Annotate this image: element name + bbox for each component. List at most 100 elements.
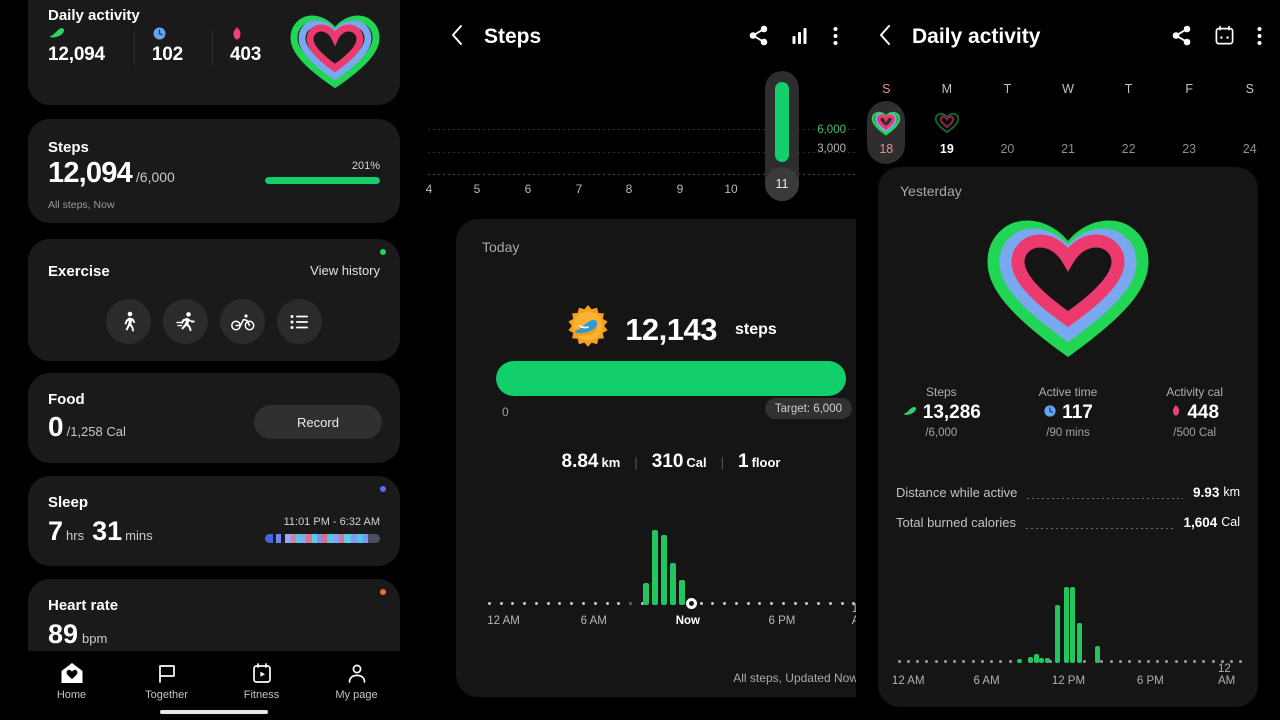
- more-vertical-icon[interactable]: [1257, 26, 1262, 51]
- steps-card[interactable]: Steps 12,094 /6,000 All steps, Now 201%: [28, 119, 400, 223]
- sleep-hours-unit: hrs: [66, 528, 85, 543]
- bottom-navigation: Home Together Fitness My page: [0, 651, 428, 720]
- yesterday-bar-1: [1016, 659, 1022, 663]
- more-vertical-icon[interactable]: [833, 26, 838, 51]
- today-progress-bar: [496, 361, 846, 396]
- calendar-day-24[interactable]: 24: [1219, 106, 1280, 156]
- heart-rate-card-title: Heart rate: [48, 597, 119, 614]
- summary-distance-leader: [1027, 497, 1184, 499]
- sleep-status-dot: [380, 486, 386, 492]
- chart-selected-day-label: 11: [765, 167, 799, 201]
- today-updated-text: All steps, Updated Now: [733, 671, 858, 685]
- yesterday-steps-value: 13,286: [922, 402, 981, 423]
- yesterday-steps-stat: Steps 13,286 /6,000: [878, 385, 1005, 439]
- calendar-day-24-number: 24: [1242, 142, 1257, 156]
- heart-rate-card[interactable]: Heart rate 89 bpm: [28, 579, 400, 651]
- food-card-value-group: 0 /1,258 Cal: [48, 411, 126, 443]
- share-icon[interactable]: [748, 25, 769, 51]
- sleep-hours: 7: [48, 516, 64, 546]
- today-label: Today: [482, 239, 520, 255]
- view-history-link[interactable]: View history: [310, 263, 380, 278]
- nav-item-together[interactable]: Together: [119, 662, 214, 701]
- calendar-week-strip[interactable]: S M T W T F S 18 19 20 21 22 23 24: [856, 72, 1280, 172]
- daily-stat-steps-value: 12,094: [48, 44, 105, 65]
- flag-icon: [158, 665, 175, 683]
- today-calories-unit: Cal: [686, 455, 707, 470]
- calendar-day-20-number: 20: [1000, 142, 1015, 156]
- yesterday-bar-7: [1064, 587, 1070, 663]
- weekday-tue: T: [1003, 82, 1012, 96]
- back-chevron-icon[interactable]: [878, 24, 891, 51]
- shoe-icon: [48, 22, 105, 44]
- calendar-day-22[interactable]: 22: [1098, 106, 1159, 156]
- today-floors-value: 1: [738, 451, 749, 472]
- yesterday-xtick-3: 6 PM: [1136, 675, 1164, 687]
- heart-rate-unit: bpm: [82, 631, 108, 646]
- chart-ylabel-3000: 3,000: [817, 143, 846, 155]
- summary-calories-value: 1,604: [1183, 514, 1218, 530]
- nav-item-fitness[interactable]: Fitness: [214, 662, 309, 701]
- exercise-card[interactable]: Exercise View history: [28, 239, 400, 361]
- chart-selected-column[interactable]: 11: [765, 71, 799, 201]
- sleep-duration: 7 hrs 31 mins: [48, 516, 161, 547]
- today-progress-min: 0: [502, 405, 509, 419]
- nav-item-my-page[interactable]: My page: [309, 662, 404, 701]
- exercise-walk-button[interactable]: [106, 299, 151, 344]
- today-stats-row: 8.84 km | 310 Cal | 1 floor: [456, 451, 886, 473]
- nav-label-my-page: My page: [335, 689, 378, 701]
- calendar-day-23-number: 23: [1182, 142, 1197, 156]
- today-bar-3: [660, 535, 667, 605]
- yesterday-xtick-2: 12 PM: [1051, 675, 1086, 687]
- daily-activity-stats: 12,094 102 403: [48, 22, 290, 66]
- share-icon[interactable]: [1171, 25, 1192, 51]
- yesterday-activity-cal-goal: /500 Cal: [1173, 427, 1217, 439]
- yesterday-xtick-4: 12 AM: [1217, 663, 1236, 687]
- calendar-day-19[interactable]: 19: [917, 106, 978, 156]
- chart-xtick-8: 8: [625, 182, 633, 196]
- today-steps-value: 12,143: [625, 311, 718, 347]
- food-card[interactable]: Food 0 /1,258 Cal Record: [28, 373, 400, 463]
- bar-chart-icon[interactable]: [791, 26, 811, 51]
- exercise-list-button[interactable]: [277, 299, 322, 344]
- weekly-steps-chart[interactable]: 6,000 3,000 4 5 6 7 8 9 10 11: [426, 71, 856, 217]
- calendar-icon[interactable]: [1214, 25, 1235, 51]
- back-chevron-icon[interactable]: [450, 24, 463, 51]
- exercise-run-button[interactable]: [163, 299, 208, 344]
- yesterday-bar-5: [1045, 658, 1051, 663]
- calendar-day-18[interactable]: 18: [856, 101, 917, 164]
- daily-activity-card[interactable]: Daily activity 12,094 102 403: [28, 0, 400, 105]
- calendar-day-20[interactable]: 20: [977, 106, 1038, 156]
- today-steps-summary: 12,143 steps: [456, 304, 886, 355]
- yesterday-stats-row: Steps 13,286 /6,000 Active time 117 /90 …: [878, 385, 1258, 439]
- sleep-card[interactable]: Sleep 7 hrs 31 mins 11:01 PM - 6:32 AM: [28, 476, 400, 566]
- daily-activity-appbar-actions: [1171, 25, 1262, 51]
- exercise-card-title: Exercise: [48, 263, 110, 280]
- today-calories-value: 310: [651, 451, 684, 472]
- nav-label-home: Home: [56, 689, 87, 701]
- today-now-marker: [686, 598, 698, 609]
- summary-distance-label: Distance while active: [896, 484, 1018, 500]
- food-card-title: Food: [48, 391, 85, 408]
- summary-calories-leader: [1025, 527, 1174, 529]
- exercise-shortcuts: [28, 299, 400, 344]
- today-xtick-now: Now: [675, 615, 700, 627]
- calendar-day-19-number: 19: [939, 142, 954, 156]
- exercise-bike-button[interactable]: [220, 299, 265, 344]
- today-floors-unit: floor: [751, 455, 781, 470]
- stat-separator-1: |: [634, 455, 638, 470]
- steps-card-subtitle: All steps, Now: [48, 199, 115, 211]
- yesterday-activity-cal-value: 448: [1187, 402, 1220, 423]
- today-hourly-chart[interactable]: 12 AM 6 AM Now 6 PM 12 AM: [484, 507, 876, 627]
- calendar-day-21[interactable]: 21: [1038, 106, 1099, 156]
- home-indicator: [160, 710, 268, 714]
- steps-appbar: Steps: [428, 0, 856, 72]
- record-food-button[interactable]: Record: [254, 405, 382, 439]
- calendar-day-23[interactable]: 23: [1159, 106, 1220, 156]
- today-distance-value: 8.84: [561, 451, 599, 472]
- today-bar-4: [669, 563, 676, 605]
- calendar-day-19-rings: [934, 106, 960, 140]
- daily-stat-steps: 12,094: [48, 22, 122, 66]
- clock-icon: [1043, 404, 1057, 423]
- nav-item-home[interactable]: Home: [24, 662, 119, 701]
- yesterday-hourly-chart[interactable]: 12 AM 6 AM 12 PM 6 PM 12 AM: [892, 567, 1250, 687]
